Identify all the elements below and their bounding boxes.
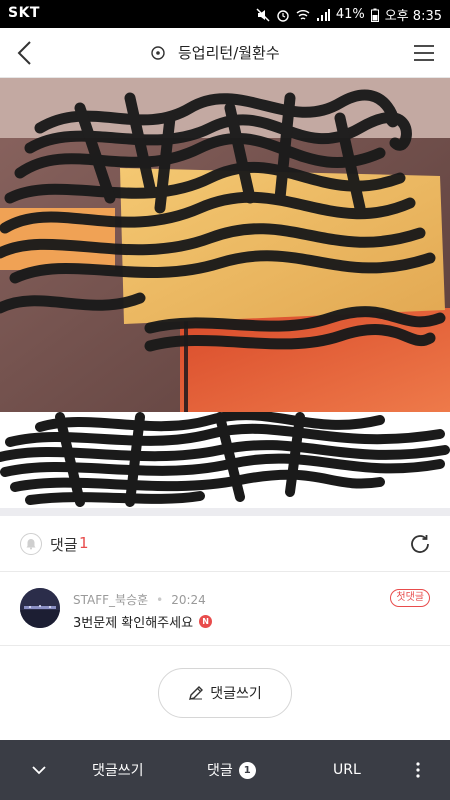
section-divider	[0, 508, 450, 516]
refresh-icon	[411, 535, 429, 553]
post-text-redacted	[0, 410, 450, 508]
comment-text: 3번문제 확인해주세요	[73, 616, 194, 631]
redacted-photo	[0, 78, 450, 412]
back-button[interactable]	[10, 37, 42, 69]
redaction-scribble	[0, 410, 450, 507]
signal-icon	[316, 8, 330, 21]
bell-icon	[26, 539, 36, 550]
carrier-name: SKT	[8, 5, 40, 21]
hamburger-menu-icon	[414, 45, 434, 61]
comments-count: 1	[79, 534, 89, 552]
menu-button[interactable]	[410, 39, 438, 67]
more-vertical-icon	[416, 762, 420, 778]
page-title: 등업리턴/월환수	[178, 44, 280, 62]
bottom-url[interactable]: URL	[333, 740, 361, 800]
bottom-action-bar: 댓글쓰기 댓글 1 URL	[0, 740, 450, 800]
bottom-comments-count: 1	[238, 761, 256, 779]
write-comment-button[interactable]: 댓글쓰기	[158, 668, 292, 718]
comment-body: 3번문제 확인해주세요 N	[73, 612, 213, 631]
comment-author[interactable]: STAFF_북승훈	[73, 591, 148, 608]
app-header: 등업리턴/월환수	[0, 28, 450, 78]
header-title-group: 등업리턴/월환수	[150, 42, 280, 63]
notification-toggle[interactable]	[20, 533, 42, 555]
battery-percentage: 41%	[335, 7, 365, 22]
comments-label: 댓글	[50, 536, 78, 554]
wifi-icon	[296, 9, 310, 20]
bottom-comments[interactable]: 댓글 1	[207, 740, 256, 800]
bottom-comments-label: 댓글	[207, 763, 233, 779]
new-badge: N	[199, 615, 213, 628]
avatar-image	[20, 588, 60, 628]
pencil-icon	[189, 686, 204, 700]
battery-icon	[370, 8, 379, 22]
first-comment-badge: 첫댓글	[390, 589, 430, 607]
refresh-button[interactable]	[408, 532, 432, 556]
alarm-icon	[277, 9, 289, 22]
target-icon	[151, 45, 165, 60]
mute-icon	[256, 7, 270, 22]
bottom-write-comment[interactable]: 댓글쓰기	[92, 740, 144, 800]
post-image	[0, 78, 450, 412]
comments-header: 댓글 1	[0, 516, 450, 572]
status-icons: 41% 오후 8:35	[256, 5, 442, 24]
clock: 오후 8:35	[384, 9, 442, 24]
status-bar: SKT 41% 오후 8:35	[0, 0, 450, 28]
comment-meta: STAFF_북승훈 • 20:24	[73, 591, 206, 608]
meta-separator: •	[156, 592, 164, 607]
collapse-button[interactable]	[30, 740, 48, 800]
write-comment-label: 댓글쓰기	[210, 686, 262, 702]
more-options-button[interactable]	[410, 740, 426, 800]
comment-item: STAFF_북승훈 • 20:24 3번문제 확인해주세요 N 첫댓글	[0, 572, 450, 646]
bottom-write-label: 댓글쓰기	[92, 763, 144, 779]
chevron-down-icon	[32, 766, 46, 775]
chevron-left-icon	[17, 41, 31, 65]
bottom-url-label: URL	[333, 762, 361, 778]
avatar[interactable]	[20, 588, 60, 628]
comment-time: 20:24	[171, 592, 206, 607]
